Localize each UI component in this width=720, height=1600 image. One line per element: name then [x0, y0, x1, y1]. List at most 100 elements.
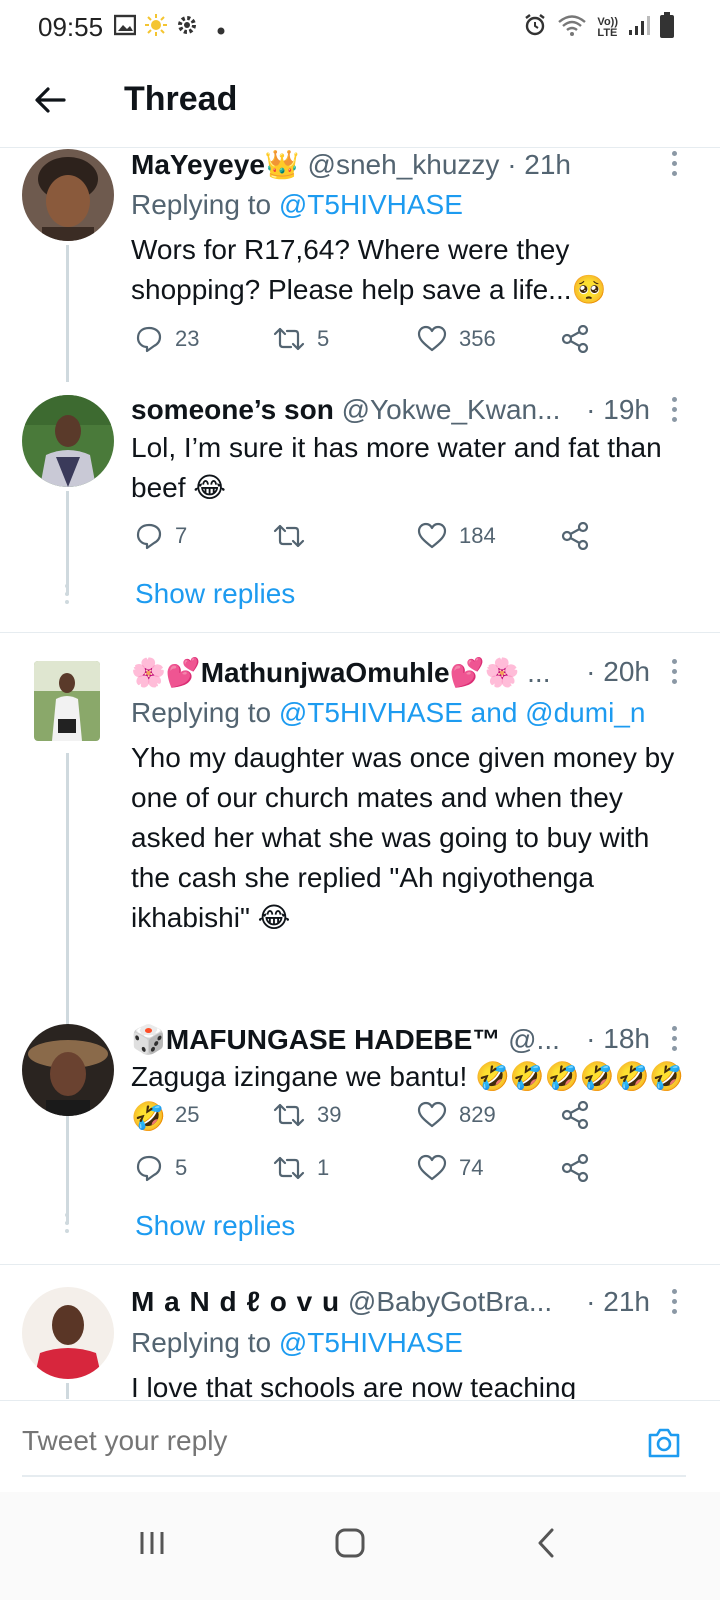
battery-icon [660, 12, 674, 43]
tweet-header: someone’s son @Yokwe_Kwan... [131, 394, 560, 426]
author-name[interactable]: M a N d ℓ o v u [131, 1286, 340, 1317]
retweet-button[interactable]: 5 [273, 325, 329, 353]
tweet-actions: 7 184 [131, 522, 611, 562]
avatar[interactable] [22, 149, 114, 241]
divider [0, 1264, 720, 1265]
tweet-time: · 21h [507, 149, 572, 180]
share-icon [561, 1154, 589, 1182]
replying-to-link[interactable]: @T5HIVHASE and @dumi_n [279, 697, 646, 728]
replying-to: Replying to @T5HIVHASE and @dumi_n [131, 697, 646, 728]
tweet[interactable]: MaYeyeye👑 @sneh_khuzzy · 21h Replying to… [0, 149, 720, 382]
avatar[interactable] [22, 395, 114, 487]
thread-line [66, 491, 69, 595]
avatar[interactable] [22, 1287, 114, 1379]
avatar[interactable] [22, 1024, 114, 1116]
gear-icon [176, 14, 198, 41]
tweet-header: 🌸💕MathunjwaOmuhle💕🌸 ... [131, 656, 550, 689]
tweet-time: · 18h [586, 1023, 650, 1054]
replying-to-link[interactable]: @T5HIVHASE [279, 189, 463, 220]
back-arrow-icon [35, 87, 66, 113]
reply-icon [136, 1155, 162, 1182]
thread-line [66, 1120, 69, 1224]
reply-button[interactable]: 23 [135, 325, 199, 353]
author-name[interactable]: someone’s son [131, 394, 334, 425]
recents-icon [140, 1532, 164, 1554]
tweet-text: Wors for R17,64? Where were they shoppin… [131, 234, 607, 305]
author-handle[interactable]: @Yokwe_Kwan... [342, 394, 561, 425]
tweet-header: MaYeyeye👑 @sneh_khuzzy · 21h [131, 149, 571, 181]
author-name[interactable]: 🎲MAFUNGASE HADEBE™ [131, 1024, 500, 1055]
author-handle[interactable]: @sneh_khuzzy [308, 149, 500, 180]
retweet-button[interactable]: 1 [273, 1154, 329, 1182]
system-nav-bar [0, 1492, 720, 1600]
tweet-time: · 20h [586, 656, 650, 687]
heart-icon [417, 522, 447, 549]
back-button[interactable] [30, 80, 70, 120]
home-icon [335, 1528, 365, 1558]
share-button[interactable] [561, 522, 589, 550]
heart-icon [417, 1154, 447, 1181]
reply-icon [136, 523, 162, 550]
like-count: 356 [459, 326, 496, 351]
more-options-icon[interactable] [672, 1289, 678, 1319]
tweet-header: M a N d ℓ o v u @BabyGotBra... [131, 1286, 552, 1318]
reply-count: 7 [175, 523, 188, 548]
tweet-reply-input[interactable] [22, 1425, 622, 1457]
retweet-button[interactable] [273, 522, 317, 550]
alarm-icon [523, 13, 547, 42]
author-handle[interactable]: @... [508, 1024, 560, 1055]
retweet-count: 1 [317, 1155, 330, 1180]
share-icon [561, 325, 589, 353]
author-handle[interactable]: ... [527, 657, 550, 688]
dot-icon [217, 22, 225, 40]
reply-icon [136, 326, 162, 353]
thread-header: Thread [0, 56, 720, 148]
more-options-icon[interactable] [672, 151, 678, 181]
avatar[interactable] [34, 661, 100, 741]
show-replies-link[interactable]: Show replies [135, 1210, 295, 1242]
share-button[interactable] [561, 1154, 589, 1182]
tweet-actions: 23 5 356 [131, 325, 611, 365]
retweet-count: 5 [317, 326, 330, 351]
recents-button[interactable] [128, 1522, 178, 1566]
author-name[interactable]: MaYeyeye👑 [131, 149, 300, 180]
show-replies-link[interactable]: Show replies [135, 578, 295, 610]
tweet-text: Yho my daughter was once given money by … [131, 742, 675, 933]
share-icon [561, 522, 589, 550]
retweet-icon [273, 327, 305, 351]
nav-back-button[interactable] [522, 1522, 572, 1566]
tweet-actions: 5 1 74 [131, 1154, 611, 1194]
retweet-icon [273, 1156, 305, 1180]
more-options-icon[interactable] [672, 397, 678, 427]
more-options-icon[interactable] [672, 1026, 678, 1056]
reply-count: 5 [175, 1155, 188, 1180]
retweet-icon [273, 524, 305, 548]
like-count: 74 [459, 1155, 484, 1180]
author-handle[interactable]: @BabyGotBra... [348, 1286, 552, 1317]
home-button[interactable] [325, 1522, 375, 1566]
tweet-text: Lol, I’m sure it has more water and fat … [131, 432, 662, 503]
sun-icon [145, 14, 167, 41]
like-button[interactable]: 184 [417, 522, 496, 550]
tweet[interactable]: someone’s son @Yokwe_Kwan... · 19h Lol, … [0, 394, 720, 632]
thread-feed[interactable]: MaYeyeye👑 @sneh_khuzzy · 21h Replying to… [0, 149, 720, 1399]
reply-button[interactable]: 5 [135, 1154, 187, 1182]
status-right-icons: Vo)) LTE [523, 12, 674, 43]
like-button[interactable]: 356 [417, 325, 496, 353]
author-name[interactable]: 🌸💕MathunjwaOmuhle💕🌸 [131, 657, 519, 688]
replying-to: Replying to @T5HIVHASE [131, 189, 463, 220]
replying-to: Replying to @T5HIVHASE [131, 1327, 463, 1358]
share-button[interactable] [561, 325, 589, 353]
like-button[interactable]: 74 [417, 1154, 483, 1182]
replying-to-link[interactable]: @T5HIVHASE [279, 1327, 463, 1358]
more-options-icon[interactable] [672, 659, 678, 689]
page-title: Thread [124, 80, 238, 118]
reply-button[interactable]: 7 [135, 522, 187, 550]
camera-button[interactable] [644, 1423, 684, 1463]
tweet[interactable]: 🎲MAFUNGASE HADEBE™ @... · 18h Zaguga izi… [0, 1023, 720, 1264]
back-icon [538, 1528, 554, 1558]
thread-line [66, 1383, 69, 1399]
heart-icon [417, 325, 447, 352]
tweet[interactable]: M a N d ℓ o v u @BabyGotBra... · 21h Rep… [0, 1286, 720, 1399]
reply-composer [0, 1400, 720, 1492]
